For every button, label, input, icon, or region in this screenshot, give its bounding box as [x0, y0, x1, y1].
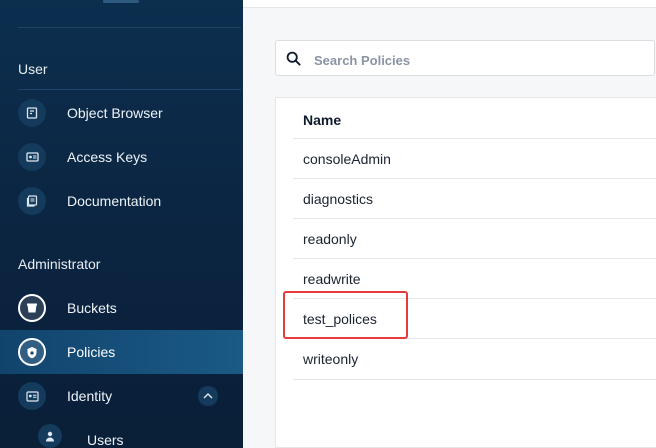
- search-icon: [286, 51, 301, 71]
- policy-name: writeonly: [303, 351, 359, 367]
- sidebar-item-object-browser[interactable]: Object Browser: [0, 91, 243, 135]
- sidebar-item-policies[interactable]: Policies: [0, 330, 243, 374]
- access-keys-icon: [18, 143, 46, 171]
- sidebar-item-identity[interactable]: Identity: [0, 374, 243, 418]
- identity-card-icon: [18, 382, 46, 410]
- divider: [18, 27, 241, 28]
- table-row[interactable]: writeonly: [293, 338, 656, 380]
- object-browser-icon: [18, 99, 46, 127]
- documentation-icon: [18, 187, 46, 215]
- sidebar-item-label: Policies: [67, 344, 116, 360]
- section-title-user: User: [18, 61, 48, 77]
- chevron-up-icon[interactable]: [198, 386, 218, 406]
- table-row[interactable]: readonly: [293, 218, 656, 259]
- annotation-highlight-box: [283, 291, 408, 339]
- table-row[interactable]: consoleAdmin: [293, 138, 656, 179]
- sidebar-item-label: Access Keys: [67, 149, 148, 165]
- section-title-administrator: Administrator: [18, 256, 101, 272]
- policy-name: readonly: [303, 231, 357, 247]
- search-box[interactable]: [275, 40, 655, 76]
- sidebar-item-buckets[interactable]: Buckets: [0, 286, 243, 330]
- sidebar-item-label: Object Browser: [67, 105, 163, 121]
- logo: [103, 0, 139, 3]
- shield-icon: [18, 338, 46, 366]
- policy-name: consoleAdmin: [303, 151, 391, 167]
- sidebar: User Object Browser Access Keys Document…: [0, 0, 243, 448]
- bucket-icon: [18, 294, 46, 322]
- user-icon: [38, 424, 62, 448]
- column-header-name[interactable]: Name: [303, 112, 341, 128]
- search-input[interactable]: [312, 49, 646, 71]
- sidebar-item-label: Identity: [67, 388, 113, 404]
- policies-table: Name consoleAdmin diagnostics readonly r…: [275, 97, 656, 448]
- divider: [18, 89, 241, 90]
- policy-name: diagnostics: [303, 191, 374, 207]
- sidebar-item-label: Buckets: [67, 300, 117, 316]
- sidebar-item-label: Users: [87, 432, 124, 448]
- sidebar-item-label: Documentation: [67, 193, 162, 209]
- policy-name: readwrite: [303, 271, 361, 287]
- sidebar-item-documentation[interactable]: Documentation: [0, 179, 243, 223]
- main-content: Name consoleAdmin diagnostics readonly r…: [243, 0, 656, 448]
- sidebar-item-access-keys[interactable]: Access Keys: [0, 135, 243, 179]
- top-bar: [243, 0, 656, 8]
- table-row[interactable]: diagnostics: [293, 178, 656, 219]
- sidebar-item-users[interactable]: Users: [0, 418, 243, 448]
